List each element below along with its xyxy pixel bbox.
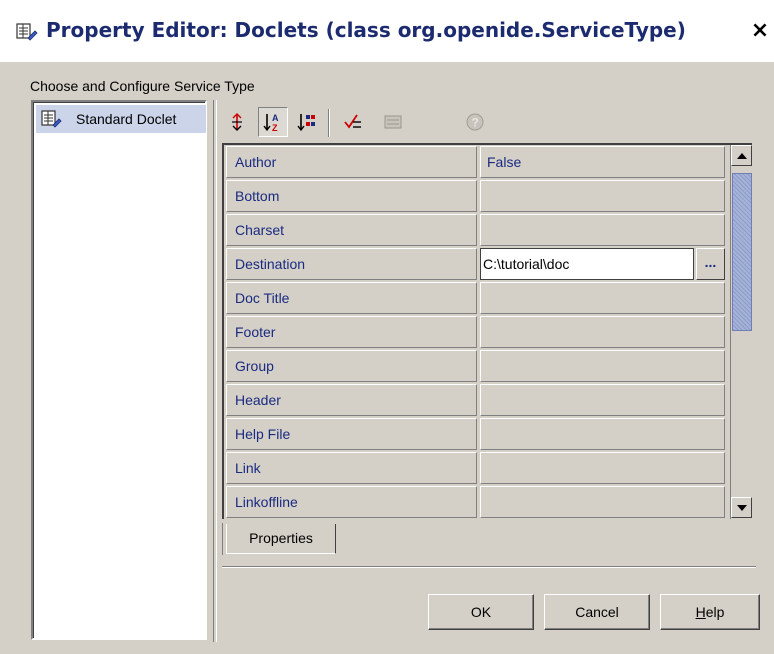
property-row[interactable]: Group bbox=[224, 349, 728, 383]
property-value[interactable] bbox=[480, 384, 725, 416]
sort-by-name-button[interactable]: A Z bbox=[258, 107, 288, 137]
arrow-up-icon bbox=[736, 152, 747, 159]
property-name[interactable]: Charset bbox=[226, 214, 477, 246]
property-name[interactable]: Group bbox=[226, 350, 477, 382]
window-title: Property Editor: Doclets (class org.open… bbox=[46, 18, 686, 42]
service-type-list[interactable]: Standard Doclet bbox=[31, 100, 207, 640]
frame-bottom-line bbox=[222, 566, 756, 568]
property-value[interactable] bbox=[480, 316, 725, 348]
help-toolbar-button: ? bbox=[460, 107, 490, 137]
toolbar-separator bbox=[328, 109, 330, 137]
property-row[interactable]: Author False bbox=[224, 145, 728, 179]
property-row[interactable]: Linkoffline bbox=[224, 485, 728, 519]
ellipsis-button[interactable]: ... bbox=[696, 248, 725, 280]
property-sheet: Author False Bottom Charset Destination C:\tu… bbox=[222, 143, 752, 519]
close-button[interactable]: × bbox=[748, 18, 772, 44]
unsorted-button[interactable] bbox=[222, 107, 252, 137]
ok-button[interactable]: OK bbox=[428, 594, 534, 630]
help-icon: ? bbox=[466, 113, 484, 131]
property-row[interactable]: Bottom bbox=[224, 179, 728, 213]
show-editable-only-icon bbox=[344, 114, 361, 129]
help-mnemonic: H bbox=[695, 604, 706, 620]
sort-by-type-button[interactable] bbox=[292, 107, 322, 137]
property-name[interactable]: Doc Title bbox=[226, 282, 477, 314]
property-value[interactable] bbox=[480, 486, 725, 518]
property-name[interactable]: Author bbox=[226, 146, 477, 178]
property-value[interactable] bbox=[480, 418, 725, 450]
property-value-input[interactable]: C:\tutorial\doc bbox=[480, 248, 694, 280]
property-row[interactable]: Charset bbox=[224, 213, 728, 247]
vertical-scrollbar[interactable] bbox=[730, 145, 752, 519]
property-name[interactable]: Link bbox=[226, 452, 477, 484]
property-value[interactable] bbox=[480, 282, 725, 314]
property-name[interactable]: Destination bbox=[226, 248, 477, 280]
property-name[interactable]: Linkoffline bbox=[226, 486, 477, 518]
scroll-down-button[interactable] bbox=[731, 497, 752, 518]
doclet-icon bbox=[40, 109, 62, 129]
help-button[interactable]: Help bbox=[660, 594, 760, 630]
sort-by-name-icon: A Z bbox=[263, 113, 279, 133]
property-editor-icon bbox=[16, 22, 38, 42]
scroll-up-button[interactable] bbox=[731, 145, 752, 166]
svg-text:?: ? bbox=[472, 116, 479, 130]
cancel-button[interactable]: Cancel bbox=[544, 594, 650, 630]
list-item-standard-doclet[interactable]: Standard Doclet bbox=[36, 105, 206, 133]
svg-text:Z: Z bbox=[272, 123, 278, 133]
property-row[interactable]: Header bbox=[224, 383, 728, 417]
property-name[interactable]: Bottom bbox=[226, 180, 477, 212]
list-item-label: Standard Doclet bbox=[76, 111, 177, 127]
unsorted-icon bbox=[232, 113, 242, 131]
property-value[interactable]: False bbox=[480, 146, 725, 178]
tab-properties[interactable]: Properties bbox=[226, 524, 336, 554]
service-type-list-inner: Standard Doclet bbox=[33, 102, 206, 638]
property-row[interactable]: Footer bbox=[224, 315, 728, 349]
section-label: Choose and Configure Service Type bbox=[30, 78, 255, 94]
property-value[interactable] bbox=[480, 350, 725, 382]
split-divider[interactable] bbox=[213, 100, 217, 642]
property-row[interactable]: Link bbox=[224, 451, 728, 485]
property-name[interactable]: Header bbox=[226, 384, 477, 416]
property-name[interactable]: Help File bbox=[226, 418, 477, 450]
svg-text:A: A bbox=[272, 113, 279, 123]
title-bar: Property Editor: Doclets (class org.open… bbox=[0, 0, 774, 62]
arrow-down-icon bbox=[736, 504, 747, 511]
property-value[interactable] bbox=[480, 452, 725, 484]
help-button-rest: elp bbox=[705, 604, 725, 620]
property-value[interactable] bbox=[480, 180, 725, 212]
property-row[interactable]: Help File bbox=[224, 417, 728, 451]
sort-by-type-icon bbox=[297, 114, 315, 132]
property-row[interactable]: Doc Title bbox=[224, 281, 728, 315]
property-name[interactable]: Footer bbox=[226, 316, 477, 348]
customize-button bbox=[378, 107, 408, 137]
property-row[interactable]: Destination C:\tutorial\doc... bbox=[224, 247, 728, 281]
customize-icon bbox=[384, 115, 402, 129]
property-value[interactable] bbox=[480, 214, 725, 246]
scroll-thumb[interactable] bbox=[732, 173, 752, 331]
show-editable-button[interactable] bbox=[338, 107, 368, 137]
